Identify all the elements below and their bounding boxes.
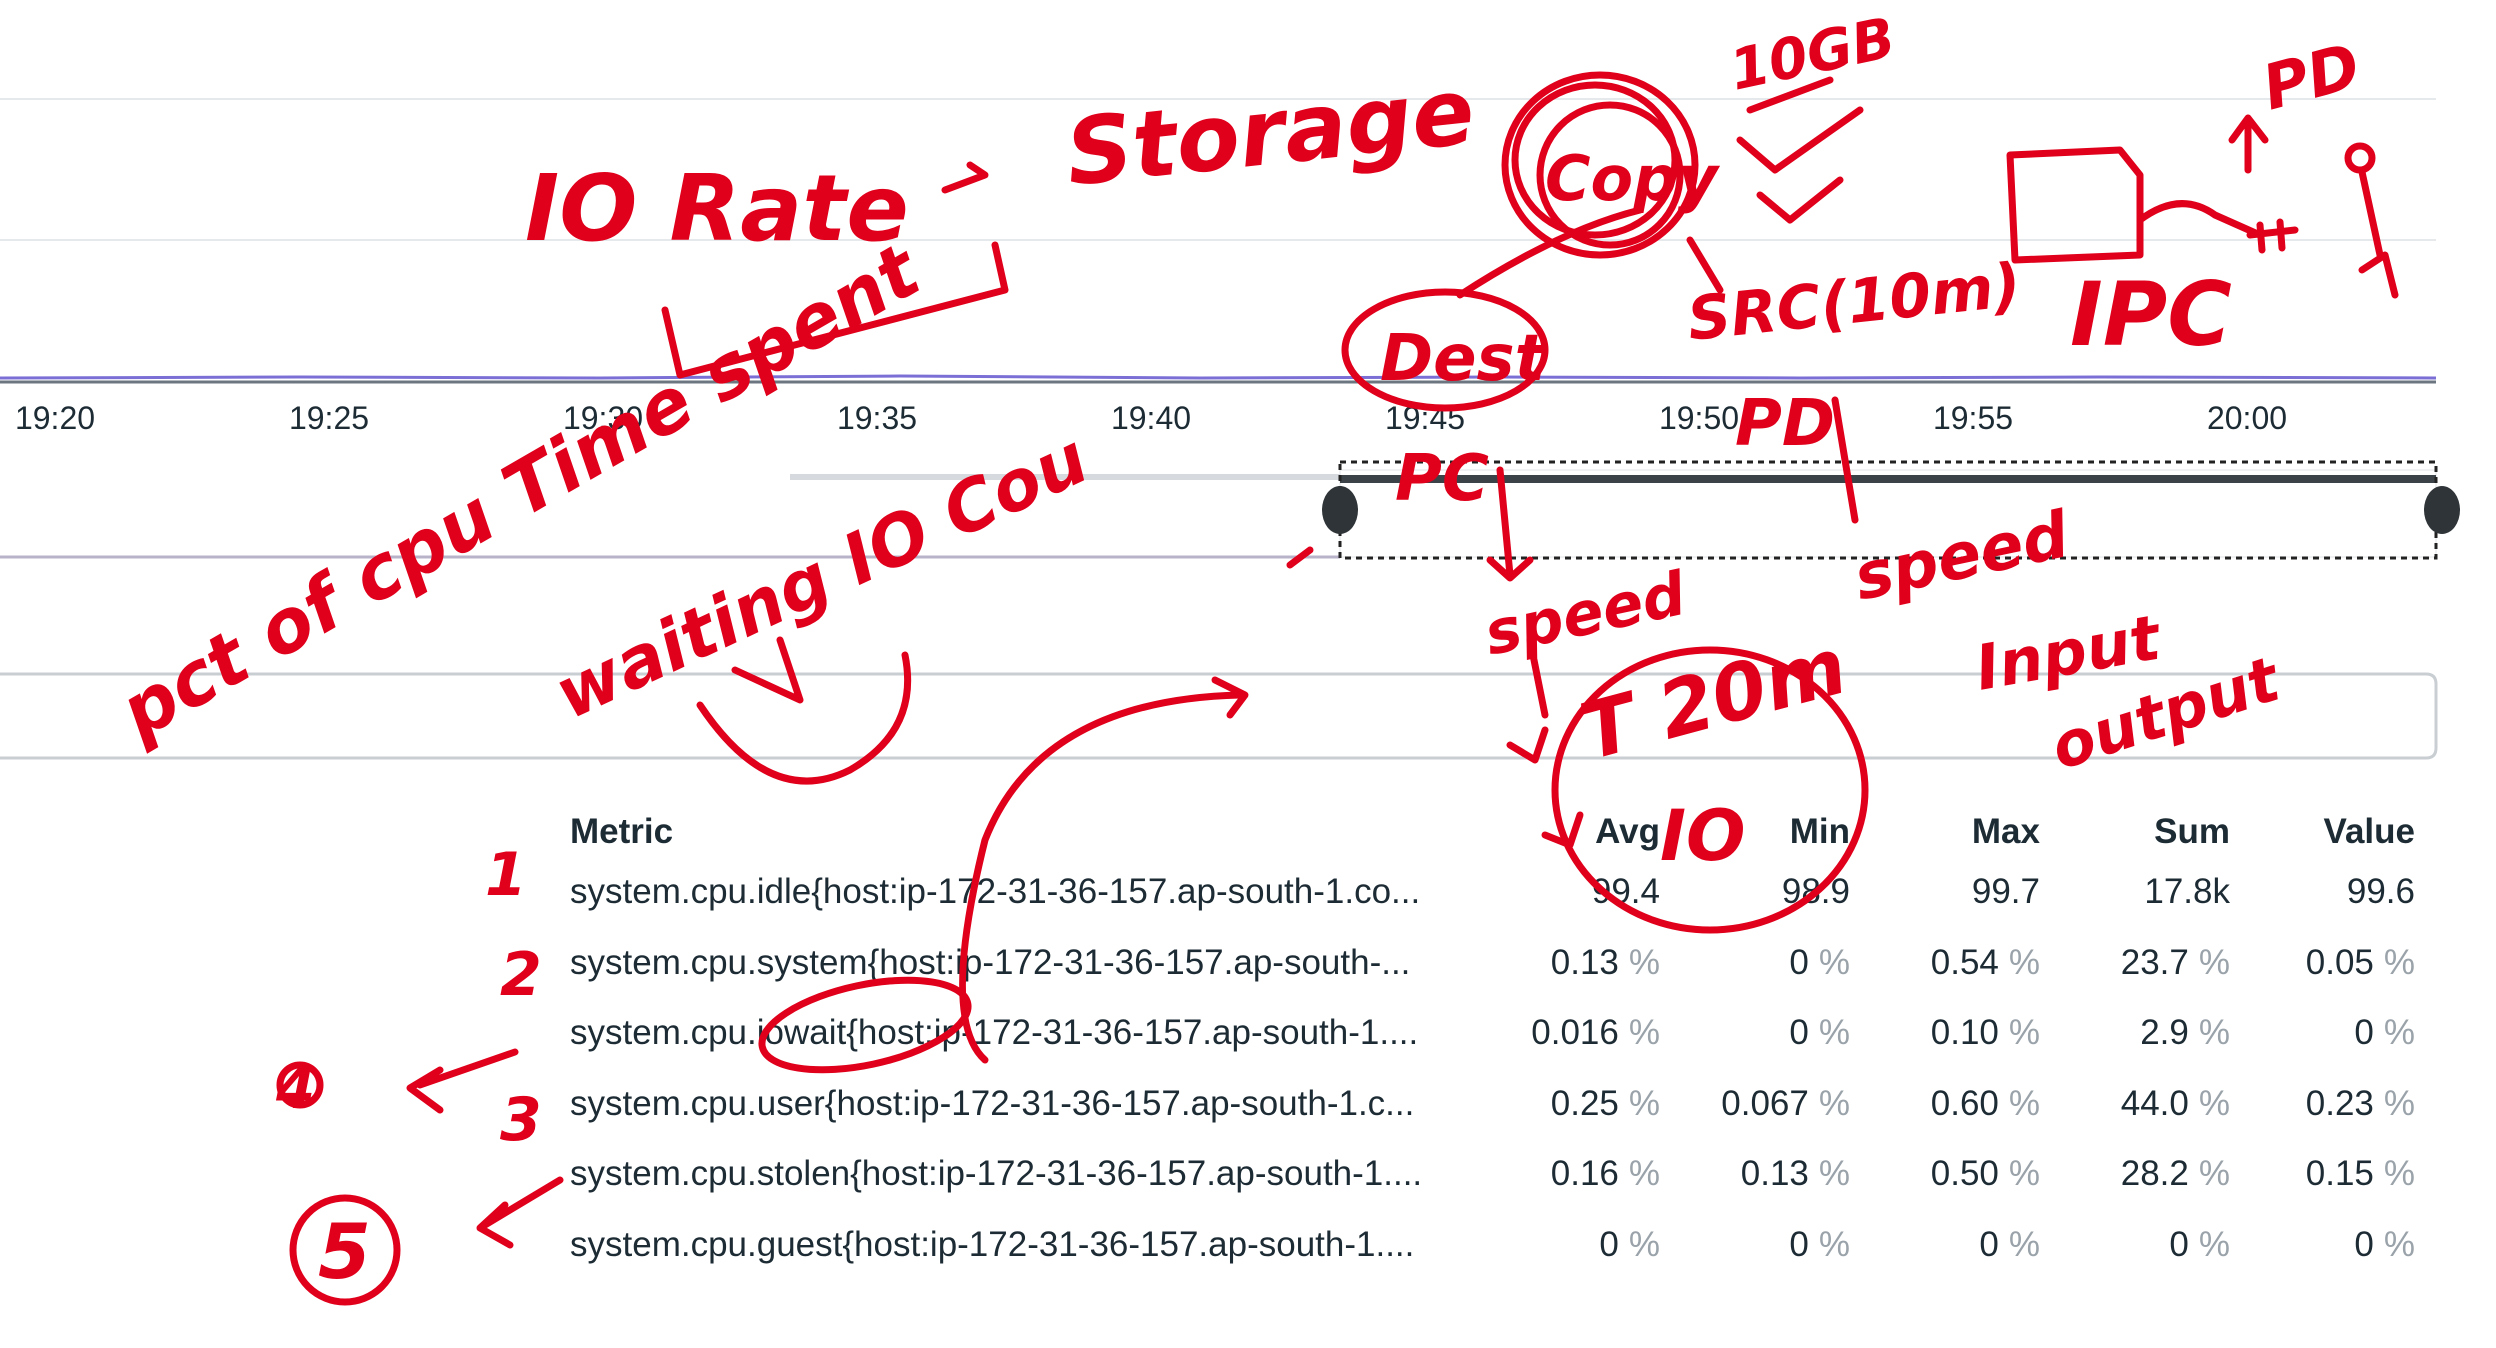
annotation-dest: Dest [1380,322,1548,396]
annotation-stroke [1506,726,1549,764]
annotation-stroke [1286,546,1314,569]
annotation-stroke [959,691,1244,1064]
annotation-stroke [758,976,972,1074]
annotation-stroke [696,651,912,785]
annotation-stroke [2228,114,2269,174]
annotation-number-1: 1 [485,840,527,910]
annotation-number-5: 5 [318,1207,371,1296]
annotation-pd-top: PD [2255,29,2367,125]
annotation-stroke [2246,218,2299,254]
annotation-stroke [1736,106,1864,174]
handwritten-annotations: IO Rate Storage Copy 10GB Dest SRC(10m) … [105,5,2399,1306]
annotation-speed-2: speed [1848,498,2076,616]
annotation-number-3: 3 [500,1085,542,1155]
annotation-stroke [941,161,989,194]
annotation-pct-cpu: pct of cpu Time spent [105,227,936,756]
annotation-stroke [1831,396,1859,524]
annotation-number-4: 4 [275,1057,315,1122]
annotation-number-2: 2 [500,940,542,1010]
annotation-pc: PC [1395,442,1489,516]
annotation-ipc: IPC [2070,263,2232,366]
annotation-stroke [2136,200,2264,239]
annotation-stroke [2006,146,2144,264]
annotation-src: SRC(10m) [1684,250,2024,355]
annotation-storage: Storage [1061,58,1479,207]
annotation-io: IO [1660,795,1746,877]
annotation-stroke [1756,176,1844,224]
annotation-copy: Copy [1545,142,1720,215]
annotation-stroke [476,1176,564,1249]
annotation-pd-mid: PD [1735,387,1835,461]
annotation-io-rate: IO Rate [525,155,909,262]
annotation-stroke [1486,466,1534,582]
annotation-t20m: T 20m [1572,621,1856,778]
annotation-stroke [2344,142,2376,174]
annotation-stroke [2358,168,2399,299]
